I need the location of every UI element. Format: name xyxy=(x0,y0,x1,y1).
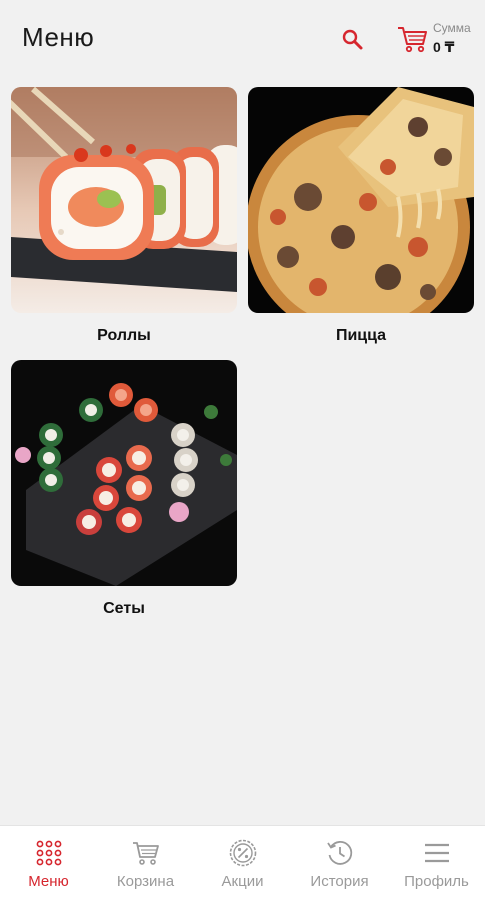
header-cart-button[interactable] xyxy=(396,22,430,56)
nav-cart[interactable]: Корзина xyxy=(97,826,194,900)
hamburger-icon xyxy=(424,843,449,863)
cart-icon xyxy=(398,27,427,53)
nav-label: Меню xyxy=(28,873,69,890)
category-label: Пицца xyxy=(335,327,387,344)
category-card-pizza[interactable]: Пицца xyxy=(248,87,474,345)
grid-icon xyxy=(36,840,61,866)
category-label: Сеты xyxy=(103,600,145,617)
nav-label: История xyxy=(310,873,369,890)
nav-history[interactable]: История xyxy=(291,826,388,900)
nav-label: Акции xyxy=(221,873,264,890)
history-icon xyxy=(326,840,352,865)
page-title: Меню xyxy=(22,22,95,52)
percent-badge-icon xyxy=(229,839,256,867)
cart-sum-label: Сумма xyxy=(433,21,471,35)
pizza-image xyxy=(248,87,474,313)
search-button[interactable] xyxy=(338,26,366,54)
rolls-image xyxy=(11,87,237,313)
category-card-rolls[interactable]: Роллы xyxy=(11,87,237,345)
nav-menu[interactable]: Меню xyxy=(0,826,97,900)
nav-label: Корзина xyxy=(116,873,175,890)
sets-image xyxy=(11,360,237,586)
top-app-bar: Меню Сумма 0 ₸ xyxy=(0,0,485,80)
cart-icon xyxy=(132,842,159,865)
search-icon xyxy=(342,29,363,50)
category-card-sets[interactable]: Сеты xyxy=(11,360,237,618)
category-label: Роллы xyxy=(97,327,151,344)
nav-profile[interactable]: Профиль xyxy=(388,826,485,900)
nav-label: Профиль xyxy=(404,873,469,890)
nav-promotions[interactable]: Акции xyxy=(194,826,291,900)
bottom-navigation: Меню Корзина Акции История Профиль xyxy=(0,825,485,900)
cart-sum-value: 0 ₸ xyxy=(433,39,455,55)
